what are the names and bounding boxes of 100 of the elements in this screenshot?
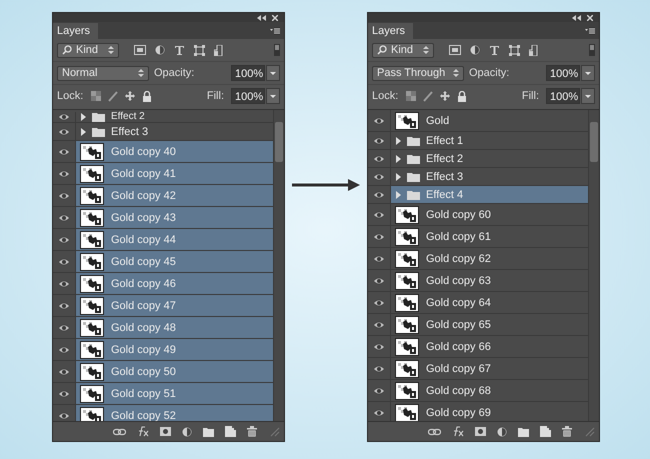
new-layer-icon[interactable] xyxy=(540,426,551,437)
eye-icon[interactable] xyxy=(373,232,385,242)
eye-icon[interactable] xyxy=(58,190,70,200)
layer-row[interactable]: Gold copy 52 xyxy=(53,405,273,421)
link-icon[interactable] xyxy=(113,426,126,436)
type-icon[interactable] xyxy=(174,45,185,55)
eye-icon[interactable] xyxy=(58,410,70,420)
layer-row[interactable]: Effect 4 xyxy=(368,186,588,204)
triangle-icon[interactable] xyxy=(396,190,401,198)
half-circle-icon[interactable] xyxy=(155,45,165,55)
resize-grip-icon[interactable] xyxy=(585,426,595,436)
fill-field[interactable]: 100% xyxy=(546,88,580,104)
smart-object-icon[interactable] xyxy=(214,44,223,56)
layer-row[interactable]: Gold copy 50 xyxy=(53,361,273,383)
layer-row[interactable]: Gold copy 62 xyxy=(368,248,588,270)
eye-icon[interactable] xyxy=(58,366,70,376)
menu-icon[interactable] xyxy=(270,28,280,34)
mask-icon[interactable] xyxy=(160,427,171,436)
checker-icon[interactable] xyxy=(91,91,102,101)
layer-row[interactable]: Effect 3 xyxy=(53,123,273,141)
layer-row[interactable]: Gold copy 48 xyxy=(53,317,273,339)
eye-icon[interactable] xyxy=(58,112,70,122)
fill-caret-button[interactable] xyxy=(266,88,280,104)
eye-icon[interactable] xyxy=(58,234,70,244)
layer-row[interactable]: Gold copy 42 xyxy=(53,185,273,207)
layer-row[interactable]: Gold xyxy=(368,110,588,132)
eye-icon[interactable] xyxy=(373,320,385,330)
fx-icon[interactable] xyxy=(137,426,149,437)
smart-object-icon[interactable] xyxy=(529,44,538,56)
layer-row[interactable]: Gold copy 61 xyxy=(368,226,588,248)
fill-caret-button[interactable] xyxy=(581,88,595,104)
eye-icon[interactable] xyxy=(373,190,385,200)
layer-row[interactable]: Effect 3 xyxy=(368,168,588,186)
triangle-icon[interactable] xyxy=(396,136,401,144)
filter-dropdown[interactable]: Kind xyxy=(57,42,119,58)
opacity-caret-button[interactable] xyxy=(266,65,280,81)
layer-row[interactable]: Effect 1 xyxy=(368,132,588,150)
eye-icon[interactable] xyxy=(58,146,70,156)
opacity-caret-button[interactable] xyxy=(581,65,595,81)
triangle-icon[interactable] xyxy=(396,172,401,180)
new-layer-icon[interactable] xyxy=(225,426,236,437)
eye-icon[interactable] xyxy=(373,116,385,126)
transform-icon[interactable] xyxy=(194,44,205,56)
eye-icon[interactable] xyxy=(373,210,385,220)
link-icon[interactable] xyxy=(428,426,441,436)
layer-row[interactable]: Gold copy 44 xyxy=(53,229,273,251)
eye-icon[interactable] xyxy=(373,342,385,352)
eye-icon[interactable] xyxy=(373,364,385,374)
eye-icon[interactable] xyxy=(58,300,70,310)
eye-icon[interactable] xyxy=(58,256,70,266)
folder-icon[interactable] xyxy=(203,426,214,436)
move-icon[interactable] xyxy=(125,91,136,101)
trash-icon[interactable] xyxy=(247,426,257,437)
eye-icon[interactable] xyxy=(373,386,385,396)
fx-icon[interactable] xyxy=(452,426,464,437)
layer-row[interactable]: Gold copy 67 xyxy=(368,358,588,380)
panel-tab[interactable]: Layers xyxy=(53,23,98,39)
scrollbar[interactable] xyxy=(273,110,284,421)
close-icon[interactable] xyxy=(272,14,278,20)
triangle-icon[interactable] xyxy=(396,154,401,162)
layer-row[interactable]: Gold copy 64 xyxy=(368,292,588,314)
transform-icon[interactable] xyxy=(509,44,520,56)
eye-icon[interactable] xyxy=(58,344,70,354)
image-icon[interactable] xyxy=(134,45,146,55)
filter-dropdown[interactable]: Kind xyxy=(372,42,434,58)
layer-row[interactable]: Effect 2 xyxy=(53,110,273,123)
layer-row[interactable]: Gold copy 47 xyxy=(53,295,273,317)
layer-row[interactable]: Gold copy 49 xyxy=(53,339,273,361)
panel-tab[interactable]: Layers xyxy=(368,23,414,39)
layer-row[interactable]: Gold copy 60 xyxy=(368,204,588,226)
eye-icon[interactable] xyxy=(373,276,385,286)
layer-row[interactable]: Gold copy 68 xyxy=(368,380,588,402)
eye-icon[interactable] xyxy=(373,154,385,164)
move-icon[interactable] xyxy=(440,91,450,101)
layer-row[interactable]: Gold copy 66 xyxy=(368,336,588,358)
image-icon[interactable] xyxy=(449,45,461,55)
menu-icon[interactable] xyxy=(585,28,595,34)
lock-icon[interactable] xyxy=(142,90,152,102)
folder-icon[interactable] xyxy=(518,426,529,436)
opacity-field[interactable]: 100% xyxy=(546,65,580,81)
eye-icon[interactable] xyxy=(58,322,70,332)
scrollbar[interactable] xyxy=(588,110,599,421)
half-circle-icon[interactable] xyxy=(497,426,507,436)
eye-icon[interactable] xyxy=(58,278,70,288)
blend-mode-dropdown[interactable]: Normal xyxy=(57,66,149,80)
opacity-field[interactable]: 100% xyxy=(231,65,265,81)
eye-icon[interactable] xyxy=(58,388,70,398)
eye-icon[interactable] xyxy=(373,408,385,418)
layer-row[interactable]: Effect 2 xyxy=(368,150,588,168)
layer-row[interactable]: Gold copy 46 xyxy=(53,273,273,295)
close-icon[interactable] xyxy=(587,14,593,20)
resize-grip-icon[interactable] xyxy=(270,426,280,436)
eye-icon[interactable] xyxy=(373,172,385,182)
mask-icon[interactable] xyxy=(475,427,486,436)
trash-icon[interactable] xyxy=(562,426,572,437)
eye-icon[interactable] xyxy=(58,168,70,178)
half-circle-icon[interactable] xyxy=(470,45,480,55)
checker-icon[interactable] xyxy=(406,91,416,101)
toggle-icon[interactable] xyxy=(589,44,595,56)
layer-row[interactable]: Gold copy 45 xyxy=(53,251,273,273)
